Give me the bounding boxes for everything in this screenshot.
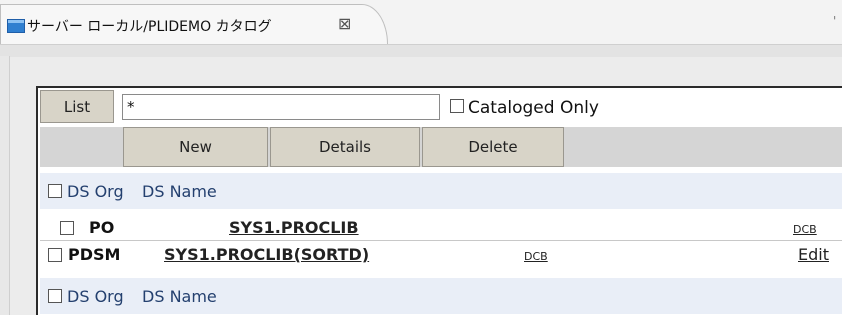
- column-footer-name: DS Name: [142, 286, 217, 306]
- tab-underline: [0, 44, 842, 57]
- catalog-tab[interactable]: サーバー ローカル/PLIDEMO カタログ ⊠: [0, 4, 388, 44]
- row-checkbox[interactable]: [60, 221, 74, 235]
- list-button[interactable]: List: [40, 90, 114, 123]
- catalog-panel: List Cataloged Only New Details Delete D…: [36, 86, 842, 315]
- new-button[interactable]: New: [123, 127, 268, 167]
- row-dcb-link[interactable]: DCB: [793, 223, 817, 236]
- action-button-row: New Details Delete: [40, 127, 842, 167]
- row-dcb-link[interactable]: DCB: [524, 250, 548, 263]
- cataloged-only-label: Cataloged Only: [468, 98, 599, 118]
- column-header-name: DS Name: [142, 181, 217, 201]
- select-all-checkbox[interactable]: [48, 184, 62, 198]
- delete-button[interactable]: Delete: [422, 127, 564, 167]
- footer-select-all-checkbox[interactable]: [48, 289, 62, 303]
- row-divider: [40, 240, 842, 241]
- row-ds-org: PDSM: [68, 245, 121, 264]
- table-header: DS Org DS Name: [40, 173, 842, 209]
- row-ds-name-link[interactable]: SYS1.PROCLIB(SORTD): [164, 245, 369, 264]
- cataloged-only-option[interactable]: Cataloged Only: [450, 98, 599, 118]
- row-checkbox[interactable]: [48, 248, 62, 262]
- editor-tab-bar: サーバー ローカル/PLIDEMO カタログ ⊠ ': [0, 0, 842, 44]
- row-edit-link[interactable]: Edit: [798, 245, 829, 264]
- row-ds-name-link[interactable]: SYS1.PROCLIB: [229, 218, 359, 237]
- table-row: PDSM SYS1.PROCLIB(SORTD) DCB Edit: [40, 243, 842, 267]
- column-header-org: DS Org: [67, 181, 124, 201]
- close-icon[interactable]: ⊠: [338, 14, 351, 33]
- column-footer-org: DS Org: [67, 286, 124, 306]
- left-frame: [0, 56, 10, 315]
- view-menu-mark: ': [833, 14, 837, 28]
- table-row: PO SYS1.PROCLIB DCB: [40, 216, 842, 240]
- row-ds-org: PO: [89, 218, 115, 237]
- table-footer: DS Org DS Name: [40, 278, 842, 314]
- dataset-view-icon: [7, 19, 25, 33]
- tab-title: サーバー ローカル/PLIDEMO カタログ: [27, 19, 272, 35]
- cataloged-only-checkbox[interactable]: [450, 99, 464, 113]
- filter-input[interactable]: [122, 94, 440, 120]
- details-button[interactable]: Details: [270, 127, 420, 167]
